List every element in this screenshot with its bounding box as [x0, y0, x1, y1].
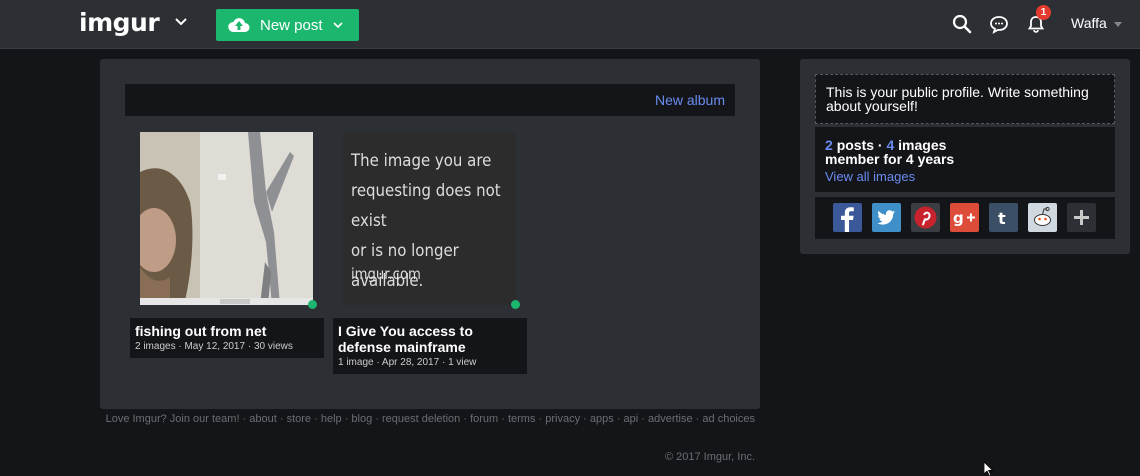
post-title[interactable]: I Give You access to defense mainframe	[338, 323, 522, 355]
album-toolbar: New album	[125, 84, 735, 116]
new-album-link[interactable]: New album	[655, 92, 725, 108]
facebook-icon[interactable]	[833, 203, 862, 232]
profile-stats: 2 posts · 4 images member for 4 years Vi…	[815, 127, 1115, 192]
footer-link-advertise[interactable]: advertise	[648, 413, 693, 425]
post-info[interactable]: fishing out from net 2 images · May 12, …	[130, 318, 324, 358]
svg-text:g: g	[953, 209, 964, 227]
footer-link-privacy[interactable]: privacy	[545, 413, 580, 425]
reddit-icon[interactable]	[1028, 203, 1057, 232]
member-duration: member for 4 years	[825, 151, 955, 167]
profile-sidebar: This is your public profile. Write somet…	[800, 59, 1130, 254]
pinterest-icon[interactable]	[911, 203, 940, 232]
imgur-logo[interactable]: imgur	[79, 8, 160, 37]
footer-link-about[interactable]: about	[249, 413, 277, 425]
twitter-icon[interactable]	[872, 203, 901, 232]
bio-prompt: This is your public profile. Write somet…	[826, 84, 1089, 114]
posts-panel: New album fishing out from net 2 images …	[100, 59, 760, 409]
view-all-images-link[interactable]: View all images	[825, 169, 915, 184]
post-status-dot	[308, 300, 317, 309]
footer-link-api[interactable]: api	[624, 413, 639, 425]
footer-link-request-deletion[interactable]: request deletion	[382, 413, 460, 425]
tumblr-icon[interactable]: t	[989, 203, 1018, 232]
placeholder-domain: imgur.com	[351, 265, 421, 283]
share-buttons: g t	[815, 197, 1115, 239]
post-meta: 2 images · May 12, 2017 · 30 views	[135, 341, 293, 352]
new-post-label: New post	[260, 16, 323, 34]
footer-link-apps[interactable]: apps	[590, 413, 614, 425]
upload-cloud-icon	[228, 18, 250, 32]
post-status-dot	[511, 300, 520, 309]
post-thumbnail[interactable]: The image you are requesting does not ex…	[333, 122, 527, 315]
placeholder-line: requesting does not exist	[351, 181, 501, 231]
footer-link-help[interactable]: help	[321, 413, 342, 425]
footer-link-jobs[interactable]: Love Imgur? Join our team!	[106, 413, 240, 425]
caret-down-icon[interactable]	[1114, 22, 1122, 27]
footer-link-store[interactable]: store	[287, 413, 311, 425]
post-info[interactable]: I Give You access to defense mainframe 1…	[333, 318, 527, 374]
footer-link-ad-choices[interactable]: ad choices	[702, 413, 755, 425]
plus-icon[interactable]	[1067, 203, 1096, 232]
search-icon[interactable]	[952, 14, 972, 34]
post-image	[140, 132, 313, 305]
messages-icon[interactable]	[989, 14, 1009, 34]
copyright: © 2017 Imgur, Inc.	[664, 451, 755, 463]
footer-link-forum[interactable]: forum	[470, 413, 498, 425]
chevron-down-icon	[332, 22, 343, 29]
new-post-button[interactable]: New post	[216, 9, 359, 41]
footer-link-blog[interactable]: blog	[351, 413, 372, 425]
google-plus-icon[interactable]: g	[950, 203, 979, 232]
footer-link-terms[interactable]: terms	[508, 413, 536, 425]
footer-links: Love Imgur? Join our team! · about · sto…	[105, 413, 755, 425]
placeholder-line: The image you are	[351, 151, 492, 171]
post-title[interactable]: fishing out from net	[135, 323, 319, 339]
chevron-down-icon[interactable]	[174, 15, 188, 29]
notification-badge: 1	[1036, 5, 1051, 20]
image-unavailable-placeholder: The image you are requesting does not ex…	[343, 132, 516, 305]
post-thumbnail[interactable]	[130, 122, 324, 315]
user-menu[interactable]: Waffa	[1071, 15, 1107, 31]
top-navigation-bar: imgur New post 1 Waffa	[0, 0, 1140, 49]
svg-text:t: t	[998, 209, 1006, 228]
post-meta: 1 image · Apr 28, 2017 · 1 view	[338, 357, 477, 368]
profile-bio-editor[interactable]: This is your public profile. Write somet…	[815, 74, 1115, 124]
